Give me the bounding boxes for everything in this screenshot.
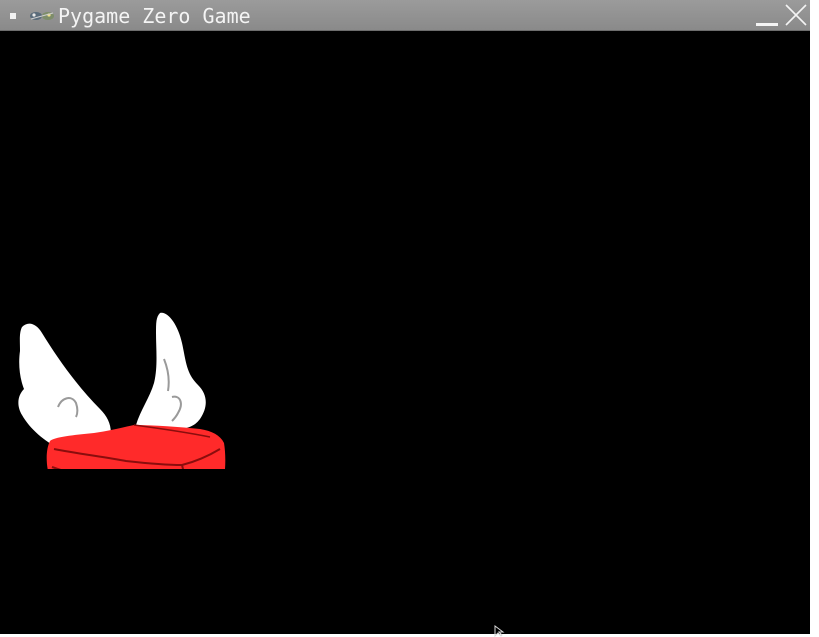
window-menu-icon[interactable] xyxy=(10,13,16,19)
mouse-pointer-icon xyxy=(494,625,505,637)
right-wing xyxy=(136,312,206,429)
pygame-window: Pygame Zero Game xyxy=(0,0,810,637)
pygame-snake-icon xyxy=(30,12,54,20)
close-icon[interactable] xyxy=(784,3,808,27)
window-edge xyxy=(810,0,819,634)
title-bar[interactable]: Pygame Zero Game xyxy=(0,0,810,31)
flying-brick-sprite xyxy=(18,312,226,469)
minimize-icon[interactable] xyxy=(756,23,778,26)
game-canvas[interactable] xyxy=(0,31,810,637)
window-title: Pygame Zero Game xyxy=(58,4,251,28)
